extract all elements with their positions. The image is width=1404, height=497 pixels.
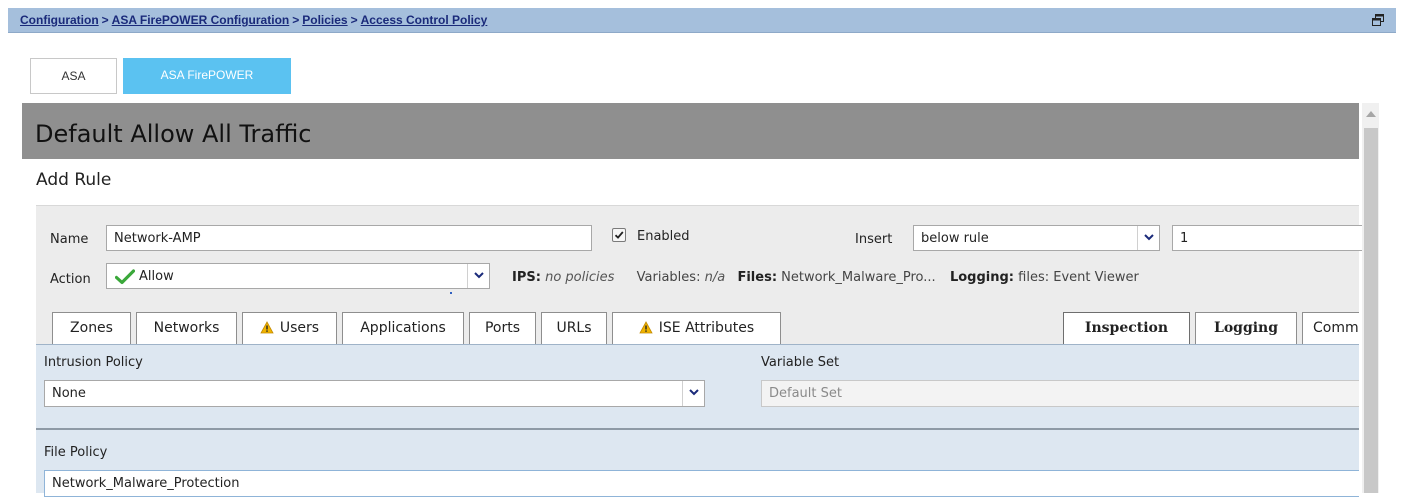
tab-urls[interactable]: URLs [541, 312, 607, 344]
chevron-down-icon[interactable] [682, 381, 704, 406]
action-label: Action [50, 272, 91, 287]
section-divider [36, 428, 1359, 430]
breadcrumb-separator: > [292, 13, 300, 27]
tab-inspection[interactable]: Inspection [1063, 312, 1190, 345]
ips-summary-value: no policies [545, 270, 615, 285]
tab-zones[interactable]: Zones [52, 312, 131, 344]
variables-summary-label: Variables: [636, 270, 701, 285]
chevron-down-icon[interactable] [1137, 226, 1159, 250]
enabled-checkbox[interactable] [612, 228, 626, 242]
vertical-scrollbar[interactable] [1362, 103, 1379, 493]
insert-select-value: below rule [921, 231, 989, 246]
breadcrumb-separator: > [350, 13, 358, 27]
variables-summary-value: n/a [704, 270, 726, 285]
variable-set-select: Default Set [761, 380, 1359, 407]
tab-asa[interactable]: ASA [30, 58, 117, 94]
file-policy-label: File Policy [44, 445, 108, 460]
tab-applications[interactable]: Applications [342, 312, 464, 344]
restore-window-icon[interactable] [1372, 14, 1384, 26]
chevron-down-icon[interactable] [467, 264, 489, 288]
insert-select[interactable]: below rule [913, 225, 1160, 251]
enabled-label: Enabled [637, 229, 690, 244]
scroll-up-arrow-icon[interactable] [1366, 111, 1376, 117]
tab-asa-firepower[interactable]: ASA FirePOWER [123, 58, 291, 94]
breadcrumb-separator: > [101, 13, 109, 27]
tab-networks[interactable]: Networks [136, 312, 237, 344]
tab-users[interactable]: Users [242, 312, 337, 344]
resize-dot [450, 292, 452, 294]
name-input[interactable]: Network-AMP [106, 225, 592, 251]
rule-summary: IPS: no policies Variables: n/a Files: N… [512, 270, 1139, 285]
scrollbar-thumb[interactable] [1364, 128, 1378, 493]
tab-comments[interactable]: Comm [1302, 312, 1359, 344]
ips-summary-label: IPS: [512, 270, 541, 285]
warning-triangle-icon [260, 321, 274, 334]
green-check-icon [115, 269, 135, 285]
action-select-value: Allow [139, 269, 174, 284]
files-summary-value: Network_Malware_Pro... [781, 270, 936, 285]
intrusion-policy-label: Intrusion Policy [44, 355, 143, 370]
breadcrumb-bar: Configuration > ASA FirePOWER Configuratio… [8, 8, 1396, 33]
breadcrumb-item-asa-firepower-configuration[interactable]: ASA FirePOWER Configuration [112, 13, 290, 27]
tab-logging[interactable]: Logging [1195, 312, 1297, 344]
files-summary-label: Files: [737, 270, 778, 285]
tab-ise-attributes[interactable]: ISE Attributes [612, 312, 781, 344]
policy-title-bar: Default Allow All Traffic [22, 103, 1359, 159]
intrusion-policy-value: None [52, 386, 86, 401]
action-select[interactable]: Allow [106, 263, 490, 289]
breadcrumb-item-configuration[interactable]: Configuration [20, 13, 99, 27]
variable-set-label: Variable Set [761, 355, 840, 370]
add-rule-heading: Add Rule [36, 170, 112, 190]
insert-label: Insert [855, 232, 893, 247]
logging-summary-value: files: Event Viewer [1018, 270, 1139, 285]
tab-users-label: Users [279, 320, 320, 336]
checkmark-icon [614, 231, 624, 239]
insert-position-input[interactable]: 1 [1172, 225, 1362, 251]
name-label: Name [50, 232, 89, 247]
breadcrumb-item-policies[interactable]: Policies [302, 13, 347, 27]
page-title: Default Allow All Traffic [35, 120, 312, 148]
breadcrumb: Configuration > ASA FirePOWER Configuratio… [20, 13, 487, 27]
breadcrumb-item-access-control-policy[interactable]: Access Control Policy [361, 13, 488, 27]
intrusion-policy-select[interactable]: None [44, 380, 705, 407]
tab-ise-attributes-label: ISE Attributes [658, 320, 755, 336]
warning-triangle-icon [639, 321, 653, 334]
tab-ports[interactable]: Ports [469, 312, 536, 344]
logging-summary-label: Logging: [949, 270, 1015, 285]
